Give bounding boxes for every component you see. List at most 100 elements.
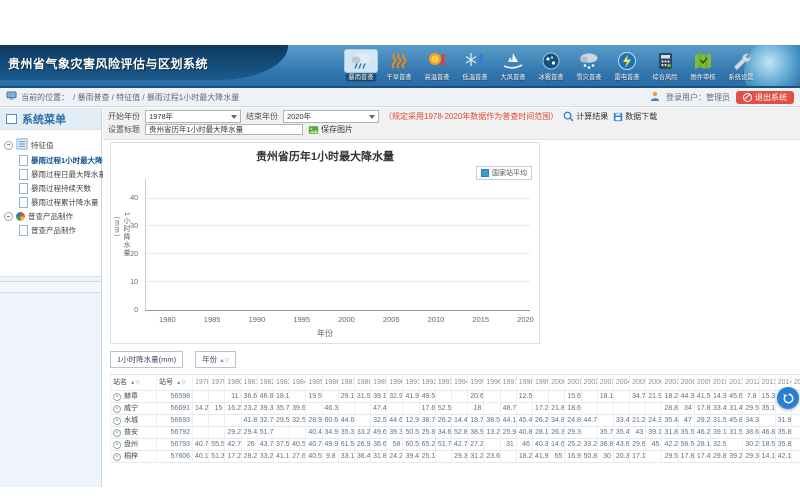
value-cell-1997 [501,391,517,403]
calculate-button[interactable]: 计算结果 [563,111,608,122]
top-nav: 暴雨普查干旱普查高温普查低温普查大风普查冰雹普查雪灾普查雷电普查综合风险图件审核… [344,49,758,82]
station-id-header[interactable]: 站号 ▲▽ [157,375,193,391]
breadcrumb-location-label: 当前的位置： [21,92,69,103]
year-header-2013: 2013 [760,375,776,391]
tree-group[interactable]: 特征值 [4,138,99,152]
value-cell-2005: 21.2 [630,415,646,427]
tree-item[interactable]: 暴雨过程1小时最大降水量 [19,155,99,166]
year-sort-control[interactable]: 年份 ▲▽ [195,351,236,368]
value-cell-2004: 35.4 [614,427,630,439]
toggle-icon[interactable] [4,141,13,150]
value-cell-1991: 41.9 [403,391,419,403]
value-cell-2014: 31.9 [776,415,792,427]
value-cell-1987: 29.1 [339,391,355,403]
save-image-button[interactable]: 保存图片 [308,124,353,135]
value-cell-2003: 35.7 [598,427,614,439]
value-cell-1993: 26.2 [436,415,452,427]
year-header-1997: 1997 [501,375,517,391]
station-name-cell[interactable]: 普安 [111,427,157,439]
end-year-label: 结束年份 [246,111,278,122]
sidebar-separator [0,281,101,293]
nav-lightning[interactable]: 雷电普查 [610,49,644,82]
year-header-1982: 1982 [258,375,274,391]
nav-sun-thermometer[interactable]: 高温普查 [420,49,454,82]
logout-button[interactable]: 退出系统 [736,91,794,104]
row-radio[interactable] [113,429,121,437]
value-cell-1991: 12.9 [403,415,419,427]
x-tick-label: 2000 [338,315,355,324]
value-cell-2012: 7.8 [743,391,759,403]
nav-snow-cloud[interactable]: 雪灾普查 [572,49,606,82]
x-tick-label: 1990 [249,315,266,324]
chart-title-label: 设置标题 [108,124,140,135]
tree-item[interactable]: 暴雨过程日最大降水量 [19,169,99,180]
refresh-spinner[interactable] [777,387,799,409]
nav-snow-thermometer[interactable]: 低温普查 [458,49,492,82]
nav-map-check[interactable]: 图件审核 [686,49,720,82]
value-filter-box[interactable]: 1小时降水量(mm) [110,351,183,368]
value-cell-2006: 39.1 [646,427,662,439]
nav-rain-cloud[interactable]: 暴雨普查 [344,49,378,82]
nav-wind[interactable]: 大风普查 [496,49,530,82]
value-cell-1988: 31.5 [355,391,371,403]
value-cell-2011: 31.5 [727,427,743,439]
value-cell-2011 [727,439,743,451]
station-name-cell[interactable]: 盘州 [111,439,157,451]
value-cell-1993: 34.6 [436,427,452,439]
station-id-cell: 57606 [157,451,193,463]
value-cell-2002: 33.2 [582,439,598,451]
nav-hail[interactable]: 冰雹普查 [534,49,568,82]
value-cell-1987: 61.5 [339,439,355,451]
value-cell-1986: 49.9 [323,439,339,451]
end-year-select[interactable]: 2020年 [283,110,379,123]
row-radio[interactable] [113,417,121,425]
value-cell-2006 [646,451,662,463]
station-name-cell[interactable]: 水城 [111,415,157,427]
row-radio[interactable] [113,405,121,413]
nav-label: 系统设置 [726,73,757,81]
value-cell-1989: 47.4 [371,403,387,415]
y-tick-label: 40 [130,195,138,202]
gridline [146,225,530,226]
value-cell-1989: 36.6 [371,439,387,451]
tree-item[interactable]: 暴雨过程持续天数 [19,183,99,194]
row-radio[interactable] [113,393,121,401]
tree-group[interactable]: 普查产品制作 [4,211,99,222]
nav-label: 暴雨普查 [346,73,377,81]
value-cell-1992: 25.8 [420,427,436,439]
row-radio[interactable] [113,441,121,449]
station-id-cell: 56598 [157,391,193,403]
value-cell-2009: 17.4 [695,451,711,463]
tree-item[interactable]: 普查产品制作 [19,225,99,236]
station-name-header[interactable]: 站名 ▲▽ [111,375,157,391]
year-header-1991: 1991 [403,375,419,391]
nav-heat-waves[interactable]: 干旱普查 [382,49,416,82]
tree-item[interactable]: 暴雨过程累计降水量 [19,197,99,208]
value-cell-1998: 18.2 [517,451,533,463]
value-cell-2008: 17.8 [679,451,695,463]
value-cell-2001: 18.6 [565,403,581,415]
document-icon [19,183,28,194]
app-title: 贵州省气象灾害风险评估与区划系统 [0,45,288,72]
value-cell-1985: 19.5 [306,391,322,403]
value-cell-2004: 43.6 [614,439,630,451]
value-cell-2012: 29.5 [743,403,759,415]
start-year-select[interactable]: 1978年 [145,110,241,123]
value-cell-2003 [598,415,614,427]
value-cell-1986: 46.3 [323,403,339,415]
nav-calculator[interactable]: 综合风险 [648,49,682,82]
row-radio[interactable] [113,453,121,461]
year-header-1998: 1998 [517,375,533,391]
year-header-1996: 1996 [484,375,500,391]
save-image-label: 保存图片 [321,124,353,135]
chart-title-input[interactable] [145,124,303,135]
station-name-cell[interactable]: 威宁 [111,403,157,415]
station-name-cell[interactable]: 桐梓 [111,451,157,463]
breadcrumb-path[interactable]: / 暴雨普查 / 特征值 / 暴雨过程1小时最大降水量 [73,92,239,103]
toggle-icon[interactable] [4,212,13,221]
nav-wrench[interactable]: 系统设置 [724,49,758,82]
station-name-cell[interactable]: 赫章 [111,391,157,403]
download-button[interactable]: 数据下载 [613,111,657,122]
value-cell-1982: 51.7 [258,427,274,439]
year-header-1985: 1985 [306,375,322,391]
